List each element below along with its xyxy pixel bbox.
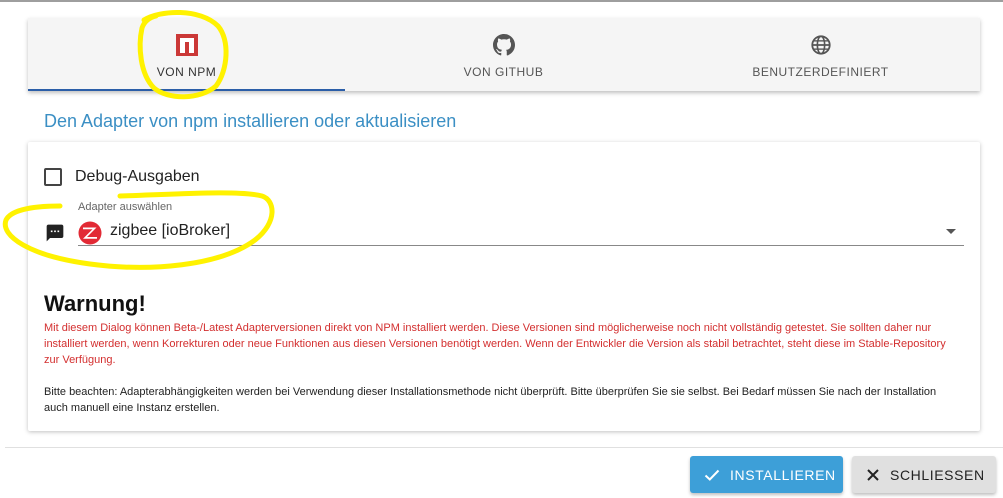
tab-custom-label: BENUTZERDEFINIERT	[752, 65, 889, 79]
tab-npm-label: VON NPM	[156, 65, 217, 79]
warning-title: Warnung!	[44, 291, 146, 316]
top-divider	[0, 0, 1003, 2]
close-button-label: SCHLIESSEN	[890, 466, 985, 483]
tab-npm[interactable]: VON NPM	[28, 18, 345, 91]
dependency-note: Bitte beachten: Adapterabhängigkeiten we…	[44, 386, 937, 414]
warning-text: Mit diesem Dialog können Beta-/Latest Ad…	[44, 322, 946, 366]
page-subtitle: Den Adapter von npm installieren oder ak…	[44, 111, 457, 131]
check-icon	[704, 468, 720, 482]
zigbee-logo-icon	[78, 221, 102, 250]
adapter-select[interactable]: zigbee [ioBroker]	[78, 217, 964, 246]
install-button[interactable]: INSTALLIEREN	[690, 456, 843, 493]
chat-icon	[45, 223, 65, 248]
debug-checkbox[interactable]	[44, 168, 62, 186]
debug-checkbox-row[interactable]: Debug-Ausgaben	[44, 168, 200, 186]
globe-icon	[810, 34, 832, 56]
tab-custom[interactable]: BENUTZERDEFINIERT	[662, 18, 979, 91]
debug-checkbox-label: Debug-Ausgaben	[75, 168, 200, 185]
caret-down-icon[interactable]	[946, 229, 956, 234]
close-button[interactable]: SCHLIESSEN	[852, 456, 996, 493]
tab-github[interactable]: VON GITHUB	[345, 18, 662, 91]
install-source-tabs: VON NPM VON GITHUB BENUTZERDEFINIERT	[28, 18, 980, 91]
npm-icon	[175, 34, 198, 56]
install-card: Debug-Ausgaben Adapter auswählen zigbee …	[28, 142, 980, 431]
github-icon	[492, 34, 515, 56]
install-button-label: INSTALLIEREN	[730, 466, 836, 483]
adapter-select-label: Adapter auswählen	[78, 201, 173, 213]
adapter-select-value: zigbee [ioBroker]	[110, 222, 231, 239]
close-icon	[866, 468, 880, 482]
tab-github-label: VON GITHUB	[463, 65, 544, 79]
footer-divider	[5, 447, 1003, 448]
